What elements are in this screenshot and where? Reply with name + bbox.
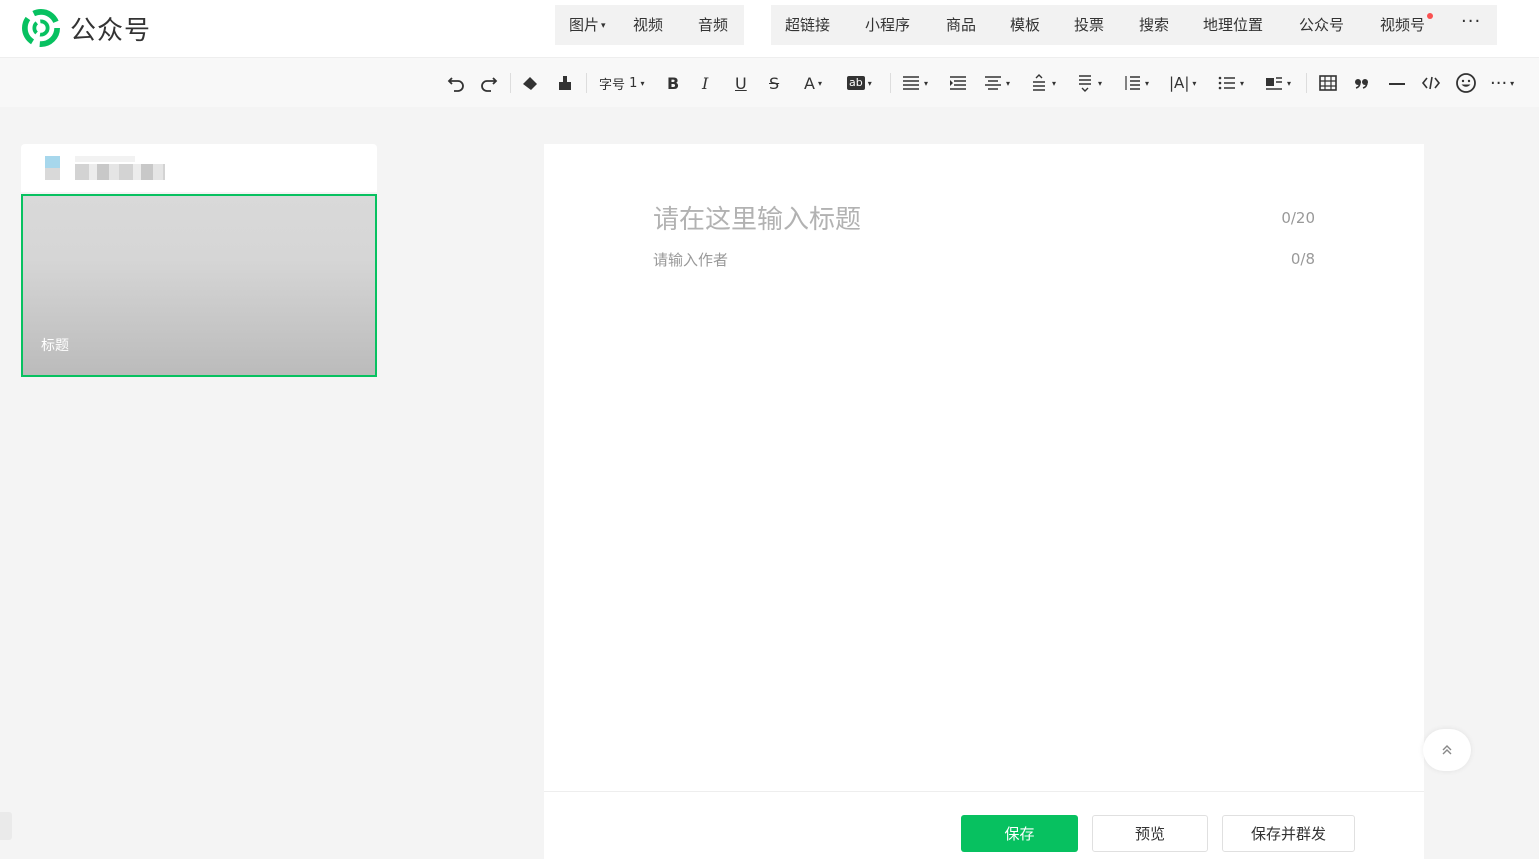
paragraph-spacing-after-icon[interactable]: ▾: [1075, 71, 1102, 95]
author-input[interactable]: [653, 248, 1053, 272]
preview-button[interactable]: 预览: [1092, 815, 1208, 852]
font-size-value: 1: [629, 75, 638, 91]
account-name-blurred: [75, 164, 165, 180]
horizontal-rule-icon[interactable]: [1387, 71, 1407, 95]
toolbar-divider: [1306, 73, 1307, 93]
underline-button[interactable]: U: [735, 71, 747, 95]
line-height-icon[interactable]: ▾: [1122, 71, 1149, 95]
undo-icon[interactable]: [446, 71, 466, 95]
letter-spacing-dropdown[interactable]: |A| ▾: [1169, 71, 1196, 95]
title-char-count: 0/20: [1281, 209, 1315, 227]
top-header: 公众号 图片 ▾ 视频 音频 超链接 小程序 商品 模板 投票 搜索 地理位置 公…: [0, 0, 1539, 57]
insert-location-button[interactable]: 地理位置: [1203, 15, 1263, 35]
dropdown-caret-icon: ▾: [601, 21, 606, 31]
letter-spacing-label: |A|: [1169, 74, 1190, 92]
save-button[interactable]: 保存: [961, 815, 1078, 852]
dropdown-caret-icon: ▾: [867, 78, 872, 88]
account-avatar-blurred: [45, 156, 60, 180]
insert-template-button[interactable]: 模板: [1010, 15, 1040, 35]
code-icon[interactable]: [1421, 71, 1441, 95]
logo[interactable]: 公众号: [22, 8, 151, 48]
emoji-icon[interactable]: [1455, 71, 1477, 95]
redo-icon[interactable]: [479, 71, 499, 95]
insert-official-account-button[interactable]: 公众号: [1299, 15, 1344, 35]
article-cover-card[interactable]: 标题: [21, 194, 377, 377]
double-chevron-up-icon: [1442, 745, 1452, 755]
insert-channels-label: 视频号: [1380, 16, 1426, 34]
eraser-icon[interactable]: [520, 71, 540, 95]
float-left-icon[interactable]: ▾: [1264, 71, 1291, 95]
background-color-label: ab: [847, 76, 865, 90]
format-toolbar: 字号 1 ▾ B I U S A ▾ ab ▾ ▾ ▾ ▾ ▾ ▾ |A| ▾ ▾ ▾: [0, 57, 1539, 107]
font-color-dropdown[interactable]: A ▾: [804, 71, 822, 95]
article-cover-title: 标题: [41, 338, 69, 354]
insert-image-menu[interactable]: 图片 ▾: [569, 15, 606, 36]
toolbar-divider: [510, 73, 511, 93]
table-icon[interactable]: [1318, 71, 1338, 95]
align-justify-icon[interactable]: ▾: [901, 71, 928, 95]
toolbar-divider: [890, 73, 891, 93]
back-to-top-button[interactable]: [1423, 729, 1471, 771]
insert-channels-button[interactable]: 视频号: [1380, 13, 1434, 35]
insert-media-group: 图片 ▾ 视频 音频: [555, 5, 744, 45]
italic-button[interactable]: I: [702, 71, 708, 95]
dropdown-caret-icon: ▾: [1192, 78, 1197, 88]
insert-product-button[interactable]: 商品: [946, 15, 976, 35]
author-char-count: 0/8: [1290, 250, 1315, 268]
indent-right-icon[interactable]: [948, 71, 968, 95]
font-size-dropdown[interactable]: 字号 1 ▾: [599, 71, 644, 95]
strikethrough-button[interactable]: S: [769, 71, 779, 95]
toolbar-divider: [586, 73, 587, 93]
paragraph-spacing-before-icon[interactable]: ▾: [1029, 71, 1056, 95]
footer-divider: [544, 791, 1424, 792]
bold-button[interactable]: B: [667, 71, 679, 95]
align-center-icon[interactable]: ▾: [983, 71, 1010, 95]
account-info-card: [21, 144, 377, 192]
insert-hyperlink-button[interactable]: 超链接: [785, 15, 830, 35]
list-icon[interactable]: ▾: [1217, 71, 1244, 95]
more-format-button[interactable]: ··· ▾: [1490, 71, 1514, 95]
insert-search-button[interactable]: 搜索: [1139, 15, 1169, 35]
more-insert-button[interactable]: ···: [1461, 12, 1481, 32]
save-and-publish-button[interactable]: 保存并群发: [1222, 815, 1355, 852]
insert-content-group: 超链接 小程序 商品 模板 投票 搜索 地理位置 公众号 视频号 ···: [771, 5, 1497, 45]
notification-dot: [1427, 13, 1434, 19]
insert-audio-button[interactable]: 音频: [698, 15, 728, 35]
dropdown-caret-icon: ▾: [640, 78, 645, 88]
wechat-official-account-logo-icon: [22, 9, 60, 47]
more-format-label: ···: [1490, 72, 1508, 94]
article-editor: 0/20 0/8 保存 预览 保存并群发: [544, 144, 1424, 859]
insert-miniprogram-button[interactable]: 小程序: [865, 15, 910, 35]
dropdown-caret-icon: ▾: [1510, 78, 1515, 88]
logo-text: 公众号: [70, 15, 152, 46]
dropdown-caret-icon: ▾: [817, 78, 822, 88]
background-color-dropdown[interactable]: ab ▾: [847, 71, 872, 95]
insert-vote-button[interactable]: 投票: [1074, 15, 1104, 35]
quote-icon[interactable]: [1352, 71, 1372, 95]
blurred-fragment: [75, 156, 135, 162]
format-painter-icon[interactable]: [555, 71, 575, 95]
insert-video-button[interactable]: 视频: [633, 15, 663, 35]
font-size-label: 字号: [599, 77, 626, 93]
side-collapse-handle[interactable]: [0, 812, 12, 840]
font-color-label: A: [804, 73, 815, 93]
title-input[interactable]: [653, 200, 1213, 240]
